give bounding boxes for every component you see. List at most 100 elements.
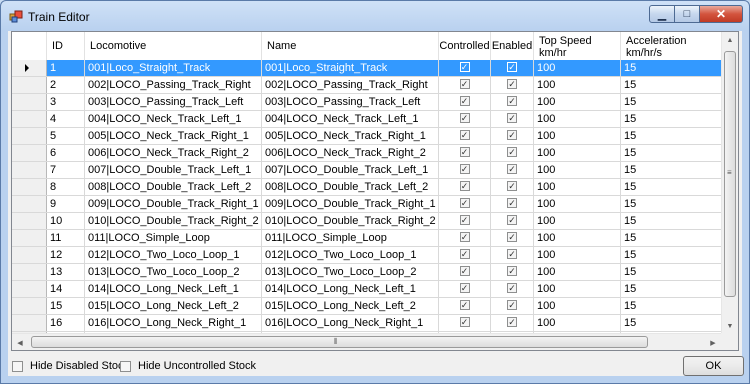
table-row[interactable]: 8 008|LOCO_Double_Track_Left_2 008|LOCO_Do… [12,179,738,196]
enabled-checkbox[interactable]: ✓ [507,130,517,140]
cell-id[interactable]: 8 [47,179,85,195]
cell-enabled[interactable]: ✓ [491,94,534,110]
close-button[interactable]: ✕ [699,5,743,23]
cell-locomotive[interactable]: 007|LOCO_Double_Track_Left_1 [85,162,262,178]
cell-locomotive[interactable]: 014|LOCO_Long_Neck_Left_1 [85,281,262,297]
table-row[interactable]: 3 003|LOCO_Passing_Track_Left 003|LOCO_Pas… [12,94,738,111]
controlled-checkbox[interactable]: ✓ [459,266,470,276]
table-row[interactable]: 1 001|Loco_Straight_Track 001|Loco_Straigh… [12,60,738,77]
column-header-enabled[interactable]: Enabled [491,32,534,60]
row-header[interactable] [12,77,47,93]
row-header[interactable] [12,247,47,263]
horizontal-scrollbar[interactable]: ◀ ⦀ ▶ [12,333,721,350]
cell-controlled[interactable]: ✓ [439,77,491,93]
cell-controlled[interactable]: ✓ [439,162,491,178]
cell-locomotive[interactable]: 015|LOCO_Long_Neck_Left_2 [85,298,262,314]
cell-top-speed[interactable]: 100 [534,315,621,331]
cell-top-speed[interactable]: 100 [534,264,621,280]
cell-acceleration[interactable]: 15 [621,94,723,110]
cell-id[interactable]: 13 [47,264,85,280]
row-header[interactable] [12,196,47,212]
scroll-left-button[interactable]: ◀ [12,334,28,350]
enabled-checkbox[interactable]: ✓ [507,79,517,89]
cell-controlled[interactable]: ✓ [439,128,491,144]
table-row[interactable]: 16 016|LOCO_Long_Neck_Right_1 016|LOCO_Lon… [12,315,738,332]
cell-top-speed[interactable]: 100 [534,247,621,263]
cell-acceleration[interactable]: 15 [621,60,723,76]
cell-id[interactable]: 16 [47,315,85,331]
cell-id[interactable]: 15 [47,298,85,314]
row-header[interactable] [12,315,47,331]
controlled-checkbox[interactable]: ✓ [459,198,470,208]
cell-enabled[interactable]: ✓ [491,111,534,127]
controlled-checkbox[interactable]: ✓ [459,300,470,310]
enabled-checkbox[interactable]: ✓ [507,317,517,327]
train-grid[interactable]: ID Locomotive Name Controlled Enabled To… [11,31,739,351]
column-header-controlled[interactable]: Controlled [439,32,491,60]
cell-enabled[interactable]: ✓ [491,60,534,76]
cell-id[interactable]: 7 [47,162,85,178]
table-row[interactable]: 12 012|LOCO_Two_Loco_Loop_1 012|LOCO_Two_L… [12,247,738,264]
table-row[interactable]: 13 013|LOCO_Two_Loco_Loop_2 013|LOCO_Two_L… [12,264,738,281]
cell-name[interactable]: 003|LOCO_Passing_Track_Left [262,94,439,110]
table-row[interactable]: 10 010|LOCO_Double_Track_Right_2 010|LOCO_… [12,213,738,230]
cell-top-speed[interactable]: 100 [534,179,621,195]
table-row[interactable]: 4 004|LOCO_Neck_Track_Left_1 004|LOCO_Neck… [12,111,738,128]
column-header-locomotive[interactable]: Locomotive [85,32,262,60]
cell-controlled[interactable]: ✓ [439,315,491,331]
cell-controlled[interactable]: ✓ [439,196,491,212]
cell-id[interactable]: 3 [47,94,85,110]
cell-acceleration[interactable]: 15 [621,128,723,144]
cell-enabled[interactable]: ✓ [491,128,534,144]
cell-id[interactable]: 11 [47,230,85,246]
cell-name[interactable]: 014|LOCO_Long_Neck_Left_1 [262,281,439,297]
row-header[interactable] [12,264,47,280]
cell-name[interactable]: 001|Loco_Straight_Track [262,60,439,76]
cell-locomotive[interactable]: 004|LOCO_Neck_Track_Left_1 [85,111,262,127]
cell-acceleration[interactable]: 15 [621,264,723,280]
row-header[interactable] [12,281,47,297]
cell-id[interactable]: 1 [47,60,85,76]
cell-locomotive[interactable]: 008|LOCO_Double_Track_Left_2 [85,179,262,195]
cell-id[interactable]: 6 [47,145,85,161]
controlled-checkbox[interactable]: ✓ [459,96,470,106]
cell-locomotive[interactable]: 006|LOCO_Neck_Track_Right_2 [85,145,262,161]
cell-id[interactable]: 10 [47,213,85,229]
table-row[interactable]: 11 011|LOCO_Simple_Loop 011|LOCO_Simple_Lo… [12,230,738,247]
cell-name[interactable]: 004|LOCO_Neck_Track_Left_1 [262,111,439,127]
cell-locomotive[interactable]: 013|LOCO_Two_Loco_Loop_2 [85,264,262,280]
cell-controlled[interactable]: ✓ [439,264,491,280]
cell-enabled[interactable]: ✓ [491,315,534,331]
ok-button[interactable]: OK [683,356,744,376]
cell-name[interactable]: 016|LOCO_Long_Neck_Right_1 [262,315,439,331]
cell-acceleration[interactable]: 15 [621,77,723,93]
horizontal-scroll-thumb[interactable]: ⦀ [31,336,648,348]
enabled-checkbox[interactable]: ✓ [507,266,517,276]
cell-enabled[interactable]: ✓ [491,145,534,161]
cell-name[interactable]: 007|LOCO_Double_Track_Left_1 [262,162,439,178]
row-header[interactable] [12,111,47,127]
controlled-checkbox[interactable]: ✓ [459,232,470,242]
cell-name[interactable]: 010|LOCO_Double_Track_Right_2 [262,213,439,229]
cell-id[interactable]: 5 [47,128,85,144]
row-header[interactable] [12,162,47,178]
cell-top-speed[interactable]: 100 [534,213,621,229]
row-header[interactable] [12,128,47,144]
cell-acceleration[interactable]: 15 [621,298,723,314]
cell-name[interactable]: 006|LOCO_Neck_Track_Right_2 [262,145,439,161]
cell-enabled[interactable]: ✓ [491,281,534,297]
cell-id[interactable]: 2 [47,77,85,93]
row-header[interactable] [12,60,47,76]
cell-enabled[interactable]: ✓ [491,77,534,93]
table-row[interactable]: 2 002|LOCO_Passing_Track_Right 002|LOCO_Pa… [12,77,738,94]
cell-acceleration[interactable]: 15 [621,196,723,212]
cell-top-speed[interactable]: 100 [534,128,621,144]
controlled-checkbox[interactable]: ✓ [459,249,470,259]
cell-top-speed[interactable]: 100 [534,162,621,178]
controlled-checkbox[interactable]: ✓ [459,164,470,174]
vertical-scroll-thumb[interactable]: ≡ [724,51,736,297]
maximize-button[interactable]: □ [674,5,700,23]
cell-locomotive[interactable]: 003|LOCO_Passing_Track_Left [85,94,262,110]
cell-enabled[interactable]: ✓ [491,213,534,229]
enabled-checkbox[interactable]: ✓ [507,249,517,259]
